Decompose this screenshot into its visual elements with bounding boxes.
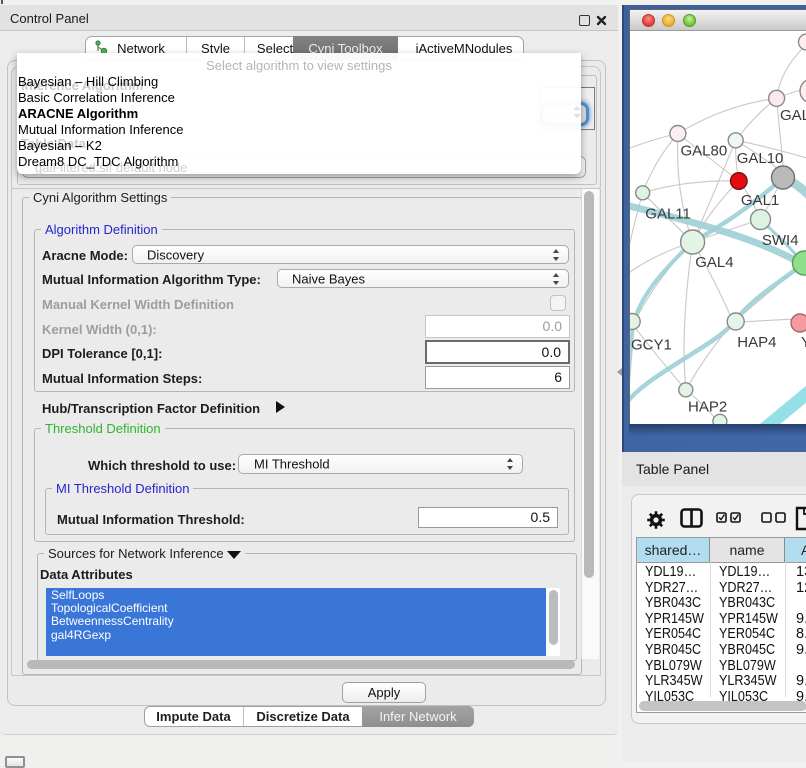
svg-text:GAL10: GAL10 — [737, 150, 784, 167]
svg-text:HAP2: HAP2 — [688, 399, 727, 416]
svg-text:Y: Y — [801, 334, 806, 351]
svg-text:SWI4: SWI4 — [762, 232, 799, 249]
svg-text:GAL80: GAL80 — [681, 143, 728, 160]
svg-text:HAP4: HAP4 — [737, 334, 776, 351]
svg-text:GAL1: GAL1 — [741, 192, 779, 209]
svg-text:GCY1: GCY1 — [631, 337, 672, 354]
svg-text:GAL11: GAL11 — [645, 206, 691, 223]
svg-text:GAL7: GAL7 — [780, 107, 806, 124]
svg-text:GAL4: GAL4 — [695, 254, 733, 271]
